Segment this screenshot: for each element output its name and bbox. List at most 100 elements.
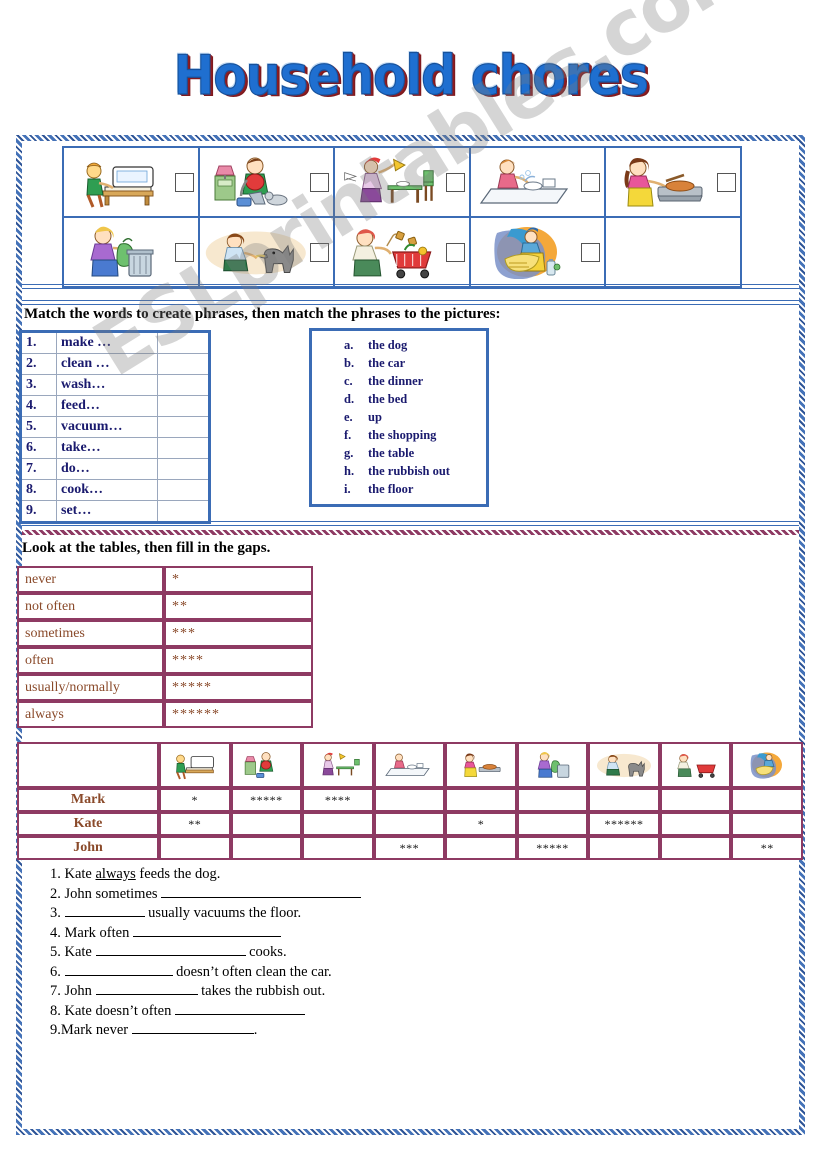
sentence-number: 6. (50, 963, 61, 980)
sentence-text: takes the rubbish out. (197, 983, 326, 999)
match-instruction: Match the words to create phrases, then … (24, 306, 501, 322)
verb-answer-cell[interactable] (157, 374, 210, 396)
answer-box[interactable] (445, 172, 465, 192)
answer-blank[interactable] (132, 923, 281, 937)
table-row: not often ** (17, 593, 313, 620)
picture-cell-4[interactable] (468, 146, 607, 218)
john-cell-5[interactable] (445, 836, 517, 860)
kate-cell-1[interactable]: ** (159, 812, 231, 836)
picture-cell-9[interactable] (468, 216, 607, 288)
picture-cell-1[interactable] (62, 146, 200, 218)
sentence-6[interactable]: 6. doesn’t often clean the car. (50, 962, 361, 982)
sentence-2[interactable]: 2. John sometimes (50, 884, 362, 904)
answer-blank[interactable] (131, 1020, 254, 1034)
answer-box[interactable] (445, 242, 465, 262)
mark-cell-7[interactable] (588, 788, 660, 812)
sentence-number: 1. (50, 866, 61, 882)
mark-cell-6[interactable] (516, 788, 589, 812)
mark-cell-1[interactable]: * (159, 788, 231, 812)
john-cell-6[interactable]: ***** (516, 836, 589, 860)
answer-box[interactable] (174, 172, 194, 192)
tables-instruction: Look at the tables, then fill in the gap… (22, 540, 271, 556)
john-cell-1[interactable] (159, 836, 231, 860)
frequency-stars: ***** (164, 674, 313, 701)
sentence-1[interactable]: 1. Kate always feeds the dog. (50, 866, 361, 884)
picture-cell-7[interactable] (197, 216, 336, 288)
mark-cell-8[interactable] (659, 788, 732, 812)
object-letter: h. (344, 464, 355, 478)
verb-answer-cell[interactable] (157, 395, 210, 417)
feed-dog-icon (204, 223, 308, 281)
verb-answer-cell[interactable] (157, 416, 210, 438)
mark-cell-4[interactable] (373, 788, 446, 812)
answer-box[interactable] (581, 172, 601, 192)
picture-cell-5[interactable] (604, 146, 742, 218)
take-rubbish-out-icon (519, 745, 587, 785)
answer-blank[interactable] (64, 903, 145, 917)
object-text: the floor (368, 482, 414, 496)
kate-cell-4[interactable] (373, 812, 446, 836)
john-cell-4[interactable]: *** (373, 836, 446, 860)
frequency-label: often (17, 647, 164, 674)
gap-fill-sentences: 1. Kate always feeds the dog. 2. John so… (50, 866, 362, 1040)
kate-cell-5[interactable]: * (445, 812, 517, 836)
answer-box[interactable] (310, 172, 330, 192)
answer-box[interactable] (310, 242, 330, 262)
mark-cell-9[interactable] (731, 788, 803, 812)
sentence-8[interactable]: 8. Kate doesn’t often (50, 1001, 361, 1021)
table-row: sometimes *** (17, 620, 313, 647)
john-cell-2[interactable] (230, 836, 303, 860)
kate-cell-9[interactable] (731, 812, 803, 836)
sentence-9[interactable]: 9.Mark never . (50, 1020, 361, 1040)
mark-cell-5[interactable] (445, 788, 517, 812)
chart-col-header-8 (659, 742, 732, 788)
verb-answer-cell[interactable] (157, 437, 210, 459)
answer-blank[interactable] (161, 884, 362, 898)
make-bed-icon (161, 745, 229, 785)
chart-corner-cell (17, 742, 159, 788)
clean-car-icon (475, 223, 579, 281)
verb-answer-cell[interactable] (157, 353, 210, 375)
sentence-5[interactable]: 5. Kate cooks. (50, 942, 361, 962)
picture-cell-3[interactable] (333, 146, 471, 218)
chart-col-header-9 (731, 742, 803, 788)
answer-box[interactable] (174, 242, 194, 262)
feed-dog-icon (590, 745, 658, 785)
list-item: b. the car (316, 354, 482, 372)
kate-cell-6[interactable] (516, 812, 589, 836)
make-bed-icon (68, 153, 172, 211)
kate-cell-7[interactable]: ****** (588, 812, 660, 836)
divider-rule-3 (22, 521, 799, 526)
kate-cell-3[interactable] (302, 812, 374, 836)
john-cell-8[interactable] (659, 836, 732, 860)
object-letter: b. (344, 356, 355, 370)
answer-blank[interactable] (95, 981, 198, 995)
picture-cell-8[interactable] (333, 216, 471, 288)
sentence-7[interactable]: 7. John takes the rubbish out. (50, 981, 361, 1001)
picture-cell-2[interactable] (197, 146, 336, 218)
verb-answer-cell[interactable] (157, 500, 210, 523)
john-cell-3[interactable] (302, 836, 374, 860)
kate-cell-2[interactable] (230, 812, 303, 836)
frequency-label: usually/normally (17, 674, 164, 701)
answer-blank[interactable] (95, 942, 246, 956)
kate-cell-8[interactable] (659, 812, 732, 836)
answer-blank[interactable] (64, 962, 173, 976)
verb-answer-cell[interactable] (157, 331, 210, 354)
answer-box[interactable] (581, 242, 601, 262)
mark-cell-3[interactable]: **** (302, 788, 374, 812)
mark-cell-2[interactable]: ***** (230, 788, 303, 812)
john-cell-7[interactable] (588, 836, 660, 860)
object-text: the rubbish out (368, 464, 450, 478)
sentence-4[interactable]: 4. Mark often (50, 923, 361, 943)
sentence-3[interactable]: 3. usually vacuums the floor. (50, 903, 361, 923)
verb-answer-cell[interactable] (157, 458, 210, 480)
list-item: c. the dinner (316, 372, 482, 390)
list-item: d. the bed (316, 390, 482, 408)
table-row: always ****** (17, 701, 313, 728)
picture-cell-6[interactable] (62, 216, 200, 288)
john-cell-9[interactable]: ** (731, 836, 803, 860)
answer-box[interactable] (717, 172, 736, 192)
verb-answer-cell[interactable] (157, 479, 210, 501)
answer-blank[interactable] (174, 1001, 305, 1015)
